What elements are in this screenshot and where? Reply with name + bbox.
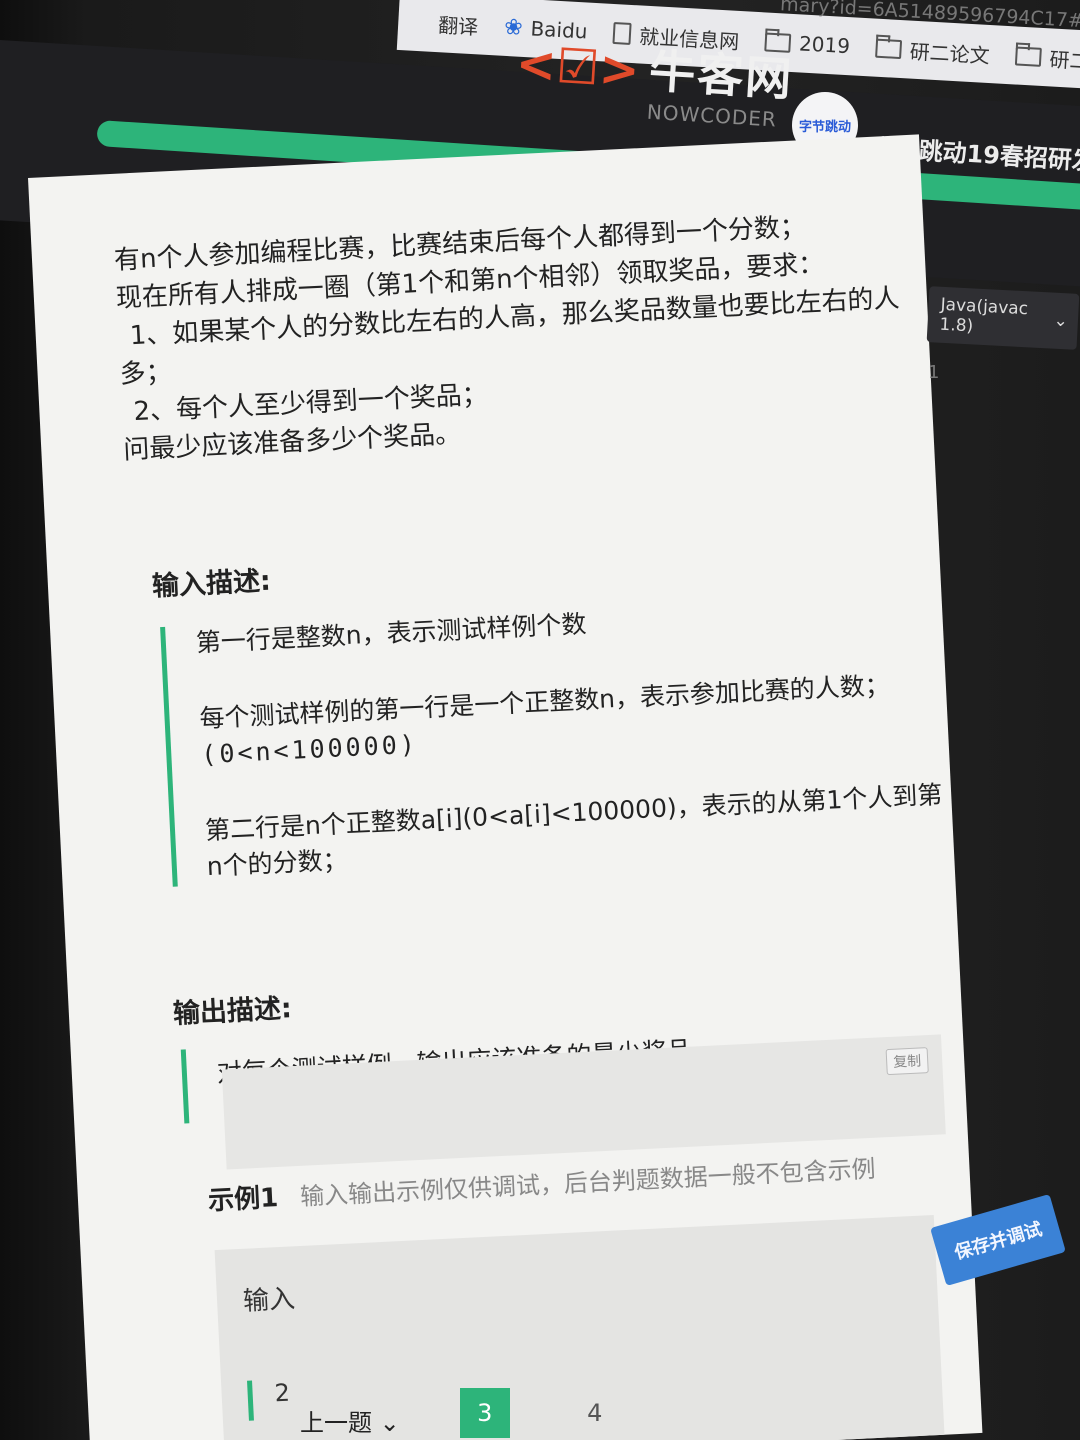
nowcoder-logo-icon: <☑> (514, 35, 642, 100)
problem-description: 有n个人参加编程比赛，比赛结束后每个人都得到一个分数； 现在所有人排成一圈（第1… (113, 206, 900, 470)
input-description-block: 第一行是整数n，表示测试样例个数 每个测试样例的第一行是一个正整数n，表示参加比… (160, 591, 943, 887)
folder-icon (875, 38, 903, 59)
prev-question-link[interactable]: 上一题 ⌄ (300, 1403, 400, 1438)
bookmark-label: 研二论文 (909, 39, 991, 68)
editor-line-number: 1 (928, 362, 940, 383)
bookmark-label: 研二 (1048, 46, 1080, 74)
bookmark-translate[interactable]: 翻译 (438, 9, 480, 40)
company-avatar-label: 字节跳动 (798, 119, 851, 135)
page-number[interactable]: 4 (570, 1388, 620, 1438)
problem-panel: 有n个人参加编程比赛，比赛结束后每个人都得到一个分数； 现在所有人排成一圈（第1… (28, 134, 983, 1440)
chevron-down-icon: ⌄ (379, 1409, 400, 1437)
example-input-value: 2 (247, 1378, 292, 1421)
input-description-title: 输入描述: (151, 565, 272, 603)
chevron-down-icon: ⌄ (1053, 310, 1069, 332)
folder-icon (764, 31, 792, 53)
example-input-label: 输入 (242, 1284, 296, 1317)
logo-title: 牛客网 (647, 43, 795, 107)
example-label: 示例1 (207, 1183, 279, 1217)
input-line: 第一行是整数n，表示测试样例个数 (195, 609, 588, 658)
bookmark-thesis[interactable]: 研二论文 (875, 33, 990, 68)
copy-button[interactable]: 复制 (885, 1047, 929, 1076)
bookmark-label: 翻译 (437, 12, 479, 39)
save-and-debug-label: 保存并调试 (952, 1218, 1045, 1264)
bookmark-grad[interactable]: 研二 (1015, 41, 1080, 74)
page-number-current[interactable]: 3 (459, 1388, 510, 1438)
prev-question-label: 上一题 (300, 1409, 372, 1437)
language-select-value: Java(javac 1.8) (939, 294, 1029, 337)
language-select[interactable]: Java(javac 1.8) ⌄ (926, 286, 1080, 350)
folder-icon (1015, 45, 1043, 67)
page: 翻译 ❀ Baidu 就业信息网 2019 研二论文 研二 mary?id=6A… (0, 0, 1080, 1440)
output-description-title: 输出描述: (172, 993, 293, 1030)
question-pager: 上一题 ⌄ 3 4 (300, 1388, 620, 1438)
bookmark-label: 2019 (798, 31, 851, 59)
